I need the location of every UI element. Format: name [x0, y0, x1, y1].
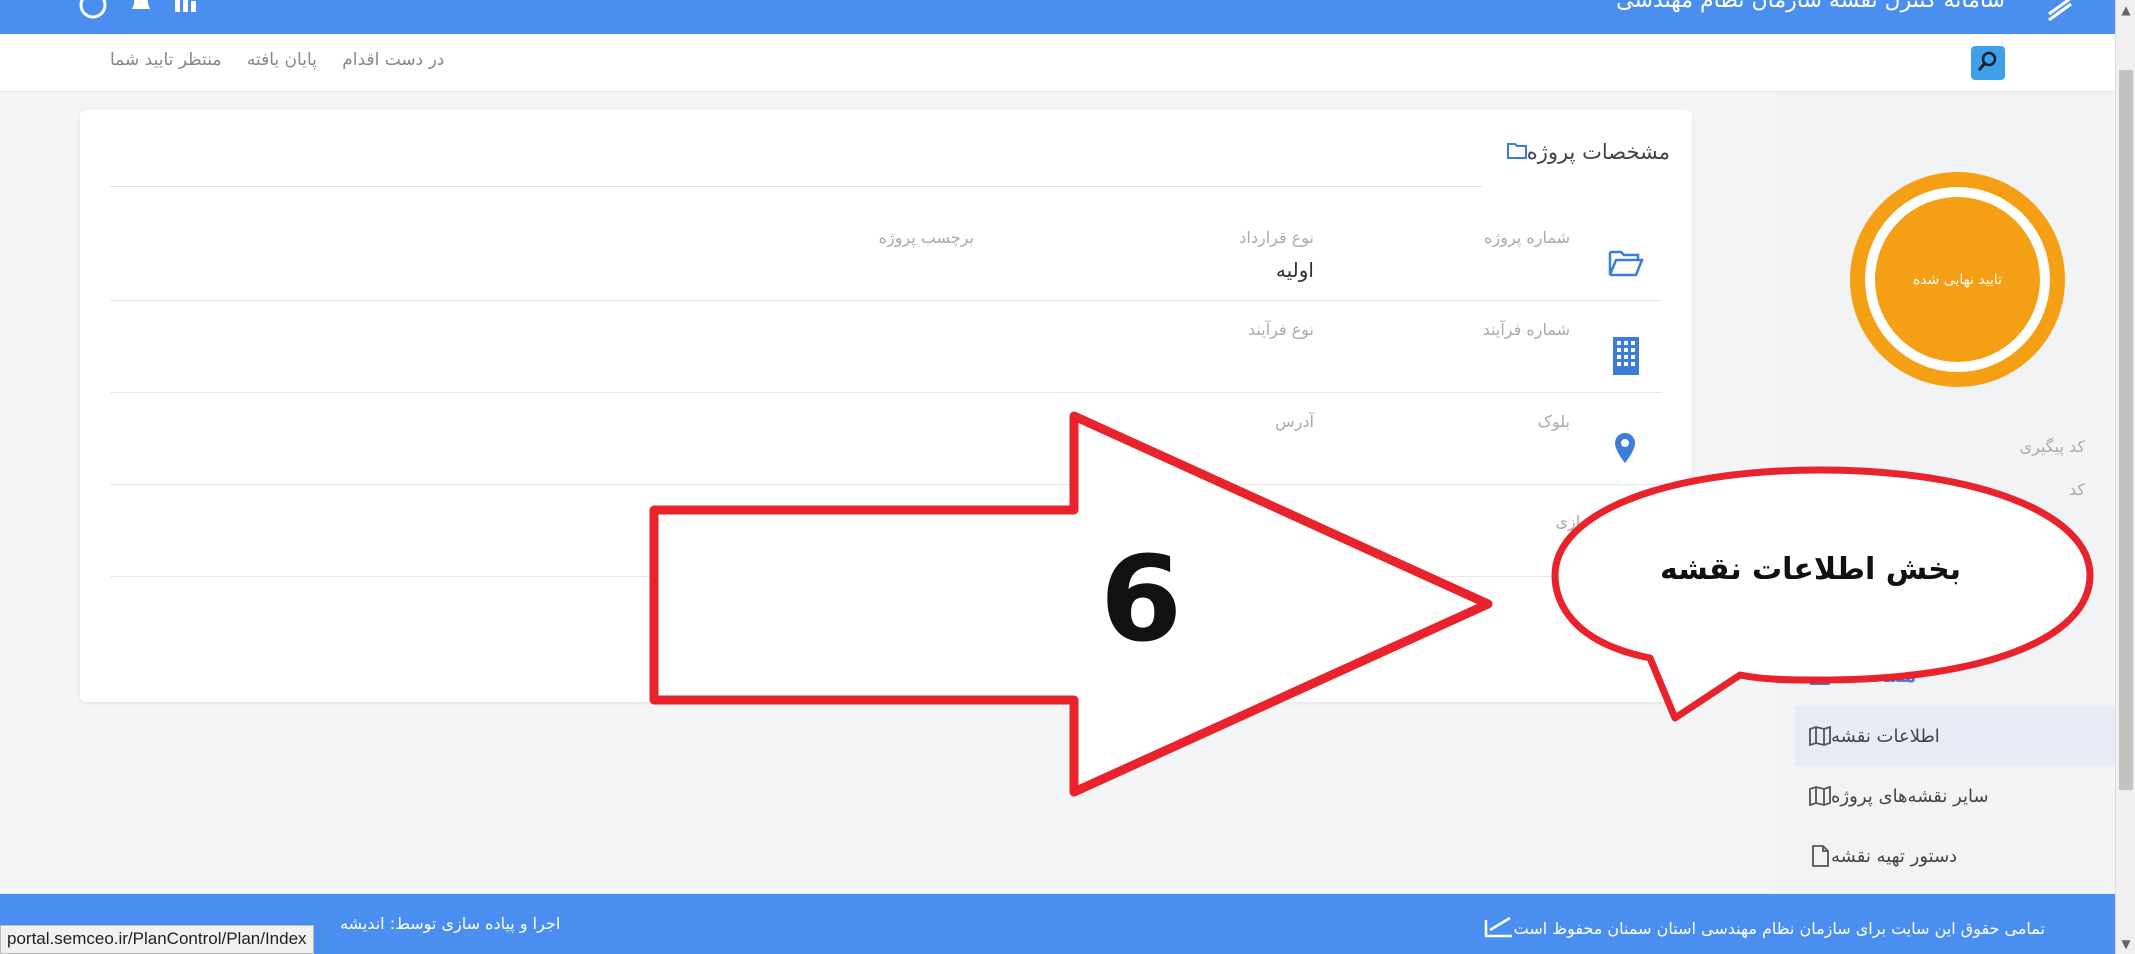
sidebar-item-map-info[interactable]: اطلاعات نقشه	[1795, 706, 2115, 766]
status-badge: تایید نهایی شده	[1850, 172, 2065, 387]
tracking-code-label: کد پیگیری	[2019, 437, 2085, 456]
sidebar-item-label: اطلاعات نقشه	[1831, 725, 1940, 747]
field-label-contract-type: نوع قرارداد	[1239, 228, 1314, 247]
status-bar-url: portal.semceo.ir/PlanControl/Plan/Index	[0, 925, 314, 954]
link-in-progress[interactable]: در دست اقدام	[342, 50, 444, 70]
footer: تمامی حقوق این سایت برای سازمان نظام مهن…	[0, 894, 2115, 954]
scroll-down-arrow-icon[interactable]: ▼	[2116, 934, 2135, 954]
app-title: سامانه کنترل نقشه سازمان نظام مهندسی	[1616, 0, 2005, 13]
search-icon	[1976, 49, 2000, 77]
divider	[110, 576, 1662, 577]
top-header: سامانه کنترل نقشه سازمان نظام مهندسی	[0, 0, 2115, 34]
folder-open-icon	[1608, 248, 1644, 282]
file-icon	[1809, 845, 1831, 867]
developer-credit[interactable]: اجرا و پیاده سازی توسط: اندیشه	[340, 914, 560, 933]
divider	[110, 392, 1662, 393]
logo-icon	[1484, 914, 1514, 942]
divider	[110, 300, 1662, 301]
link-awaiting-approval[interactable]: منتظر تایید شما	[110, 50, 221, 70]
map-icon	[1809, 785, 1831, 807]
sidebar-item-label: مشخصات	[1831, 665, 1917, 687]
folder-icon	[1809, 665, 1831, 687]
sidebar-item-specs[interactable]: مشخصات	[1795, 646, 2115, 706]
scroll-up-arrow-icon[interactable]: ▲	[2116, 0, 2135, 20]
chart-icon[interactable]	[172, 0, 198, 23]
map-icon	[1809, 725, 1831, 747]
status-text: تایید نهایی شده	[1875, 197, 2040, 362]
card-title: مشخصات پروژه	[1495, 140, 1670, 164]
vertical-scrollbar[interactable]: ▲ ▼	[2115, 0, 2135, 954]
map-pin-icon	[1614, 432, 1636, 468]
user-circle-icon[interactable]	[78, 0, 108, 27]
bell-icon[interactable]	[128, 0, 154, 23]
project-specs-card: مشخصات پروژه شماره پروژه نوع قرارداد اول…	[80, 110, 1692, 702]
copyright: تمامی حقوق این سایت برای سازمان نظام مهن…	[1472, 914, 2045, 942]
sidebar-item-other-maps[interactable]: سایر نقشه‌های پروژه	[1795, 766, 2115, 826]
link-finished[interactable]: پایان یافته	[247, 50, 317, 70]
project-sidebar: تایید نهایی شده کد پیگیری کد مشخصات اطلا…	[1775, 92, 2115, 894]
divider	[110, 186, 1482, 187]
sidebar-item-map-order[interactable]: دستور تهیه نقشه	[1795, 826, 2115, 886]
callout-text: بخش اطلاعات نقشه	[1660, 552, 1961, 587]
scroll-thumb[interactable]	[2119, 70, 2133, 790]
field-label-process-type: نوع فرآیند	[1248, 320, 1314, 339]
field-label-process-number: شماره فرآیند	[1482, 320, 1570, 339]
field-label-project-number: شماره پروژه	[1484, 228, 1570, 247]
field-label-block: بلوک	[1537, 412, 1570, 431]
folder-icon	[1506, 140, 1527, 164]
logo-icon[interactable]	[2045, 0, 2075, 29]
field-label-project-tag: برچسب پروژه	[878, 228, 974, 247]
sidebar-item-label: دستور تهیه نقشه	[1831, 845, 1958, 867]
field-value-contract-type: اولیه	[1275, 258, 1314, 282]
field-label-construction: سازی	[1555, 512, 1594, 531]
step-number: 6	[1100, 530, 1183, 668]
status-filter-links: در دست اقدام پایان یافته منتظر تایید شما	[90, 50, 444, 70]
building-icon	[1612, 336, 1640, 380]
code-label: کد	[2068, 480, 2085, 499]
sidebar-item-label: سایر نقشه‌های پروژه	[1831, 785, 1989, 807]
divider	[110, 484, 1662, 485]
sub-navigation: در دست اقدام پایان یافته منتظر تایید شما	[0, 34, 2115, 92]
field-label-address: آدرس	[1275, 412, 1314, 431]
search-button[interactable]	[1971, 46, 2005, 80]
